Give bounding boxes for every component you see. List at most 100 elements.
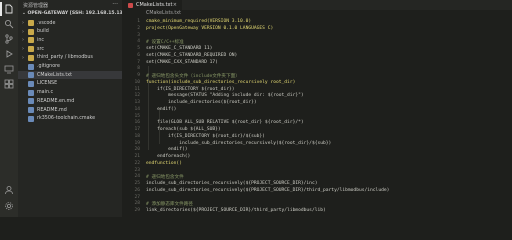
line-number: 16 [134, 120, 140, 126]
line-number: 4 [137, 39, 140, 45]
tree-item-label: CMakeLists.txt [37, 72, 72, 78]
extensions-icon[interactable] [4, 79, 14, 89]
workspace-root-label: OPEN-GATEWAY [SSH: 192.168.15.135] [27, 11, 129, 16]
minimap[interactable] [486, 10, 512, 217]
line-number: 22 [134, 160, 140, 166]
tree-item-label: LICENSE [37, 81, 58, 87]
files-icon[interactable] [0, 2, 14, 16]
line-number: 26 [134, 187, 140, 193]
code-line: # 设置C/C++标准 [146, 40, 184, 46]
tree-item-label: rk3506-toolchain.cmake [37, 116, 96, 122]
tree-item[interactable]: README.en.md [22, 97, 74, 105]
folder-icon [28, 20, 34, 26]
file-icon [28, 89, 34, 96]
tree-item[interactable]: › third_party / libmodbus [22, 54, 93, 62]
tree-item[interactable]: CMakeLists.txt [18, 71, 122, 80]
line-number: 1 [137, 19, 140, 24]
code-line: include_sub_directories_recursively(${PR… [146, 181, 318, 186]
cmake-file-icon [128, 2, 133, 8]
code-line: # 添加静态库文件路径 [146, 202, 193, 208]
line-number: 29 [134, 208, 140, 213]
code-line: # 递归地包含头文件（include文件夹下面） [146, 74, 240, 79]
tree-item[interactable]: › src [22, 45, 44, 53]
line-number: 19 [134, 140, 140, 146]
tree-item-label: inc [37, 37, 45, 43]
folder-icon [28, 46, 34, 53]
run-debug-icon[interactable] [4, 49, 14, 59]
tree-item-label: README.en.md [37, 98, 75, 104]
tree-item-label: .gitignore [37, 64, 60, 69]
code-line: set(CMAKE_C_STANDARD 11) [146, 46, 213, 51]
code-line: include_directories(${root_dir}) [146, 100, 257, 105]
code-line: if(IS_DIRECTORY ${root_dir}/${sub}) [146, 133, 265, 139]
line-number: 17 [134, 127, 140, 132]
code-line: include_sub_directories_recursively(${PR… [146, 187, 390, 193]
code-line: if(IS_DIRECTORY ${root_dir}) [146, 86, 235, 92]
tree-item-label: main.c [37, 90, 54, 96]
file-icon [28, 115, 34, 122]
line-number: 28 [134, 201, 140, 207]
line-number: 15 [134, 113, 140, 119]
source-control-icon[interactable] [4, 34, 14, 44]
close-icon[interactable]: × [173, 2, 177, 8]
remote-explorer-icon[interactable] [4, 64, 14, 74]
activity-bar [0, 0, 18, 217]
code-line: cmake_minimum_required(VERSION 3.10.0) [146, 19, 252, 24]
file-icon [28, 80, 34, 87]
folder-icon [28, 37, 34, 44]
tree-item[interactable]: › build [22, 28, 49, 36]
line-number: 8 [137, 66, 140, 72]
tree-item-label: README.md [37, 107, 67, 113]
tree-item-label: src [37, 46, 45, 52]
code-line: file(GLOB ALL_SUB RELATIVE ${root_dir} $… [146, 120, 304, 126]
code-line: endif() [146, 147, 188, 153]
line-number: 21 [134, 154, 140, 159]
tree-item[interactable]: › .vscode [22, 19, 55, 27]
tree-item[interactable]: rk3506-toolchain.cmake [22, 115, 95, 123]
code-line: message(STATUS "Adding include dir: ${ro… [146, 93, 304, 99]
file-icon [28, 72, 34, 79]
line-number: 20 [134, 147, 140, 153]
line-number: 27 [134, 194, 140, 200]
line-number: 3 [137, 32, 140, 38]
line-number: 6 [137, 52, 140, 58]
code-line: project(OpenGateway VERSION 0.1.0 LANGUA… [146, 25, 274, 31]
tab-cmakelists[interactable]: CMakeLists.txt × [122, 0, 182, 10]
tree-item[interactable]: › inc [22, 36, 44, 44]
line-number: 14 [134, 106, 140, 112]
settings-gear-icon[interactable] [4, 201, 14, 211]
code-line: endfunction() [146, 160, 182, 166]
tab-bar: CMakeLists.txt × [122, 0, 512, 10]
more-actions-icon[interactable]: ··· [112, 1, 118, 9]
tree-item[interactable]: README.md [22, 106, 67, 114]
tree-item-label: third_party / libmodbus [37, 55, 93, 61]
line-number: 5 [137, 46, 140, 51]
breadcrumb[interactable]: CMakeLists.txt [146, 11, 181, 16]
folder-icon [28, 54, 34, 61]
line-number: 9 [137, 73, 140, 78]
line-number: 18 [134, 133, 140, 139]
code-line: set(CMAKE_C_STANDARD_REQUIRED ON) [146, 52, 238, 58]
search-icon[interactable] [4, 19, 14, 29]
tree-item[interactable]: main.c [22, 89, 53, 97]
account-icon[interactable] [4, 185, 14, 195]
file-icon [28, 63, 34, 70]
tree-item[interactable]: .gitignore [22, 63, 60, 71]
line-number: 11 [134, 86, 140, 92]
workspace-root[interactable]: ⌄ OPEN-GATEWAY [SSH: 192.168.15.135] [22, 11, 128, 16]
editor-area: CMakeLists.txt × CMakeLists.txt 1 cmake_m… [122, 0, 512, 217]
explorer-header: 资源管理器 [23, 3, 49, 9]
line-number: 10 [134, 79, 140, 85]
line-number: 13 [134, 100, 140, 105]
line-number: 25 [134, 181, 140, 186]
tree-item[interactable]: LICENSE [22, 80, 57, 88]
folder-icon [28, 28, 34, 35]
tree-item-label: build [37, 29, 49, 35]
code-line: function(include_sub_directories_recursi… [146, 79, 296, 85]
code-line: endif() [146, 106, 177, 112]
line-number: 12 [134, 93, 140, 99]
file-icon [28, 98, 34, 105]
line-number: 2 [137, 25, 140, 31]
code-line: include_sub_directories_recursively(${ro… [146, 140, 332, 146]
line-number: 24 [134, 174, 140, 180]
